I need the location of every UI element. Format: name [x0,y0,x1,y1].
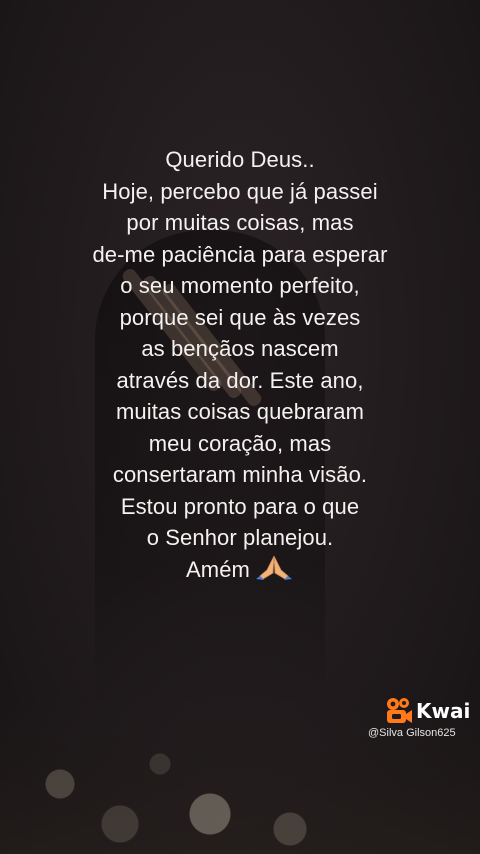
kwai-watermark: Kwai @Silva Gilson625 [368,696,476,744]
text-line-amen: Amém [0,554,480,586]
creator-handle: @Silva Gilson625 [368,727,456,739]
text-line: o seu momento perfeito, [120,273,360,298]
text-line: por muitas coisas, mas [126,210,354,235]
video-frame: Querido Deus.. Hoje, percebo que já pass… [0,0,480,854]
text-line: o Senhor planejou. [146,525,334,550]
text-line: Estou pronto para o que [120,493,360,519]
praying-hands-icon [255,555,292,580]
text-line: muitas coisas quebraram [115,399,365,424]
kwai-brand-text: Kwai [416,699,471,723]
kwai-logo-icon [387,698,412,723]
text-line: através da dor. Este ano, [116,367,364,393]
text-line: de-me paciência para esperar [92,241,388,267]
prayer-text: Querido Deus.. Hoje, percebo que já pass… [0,144,480,585]
text-line: as bençãos nascem [141,336,339,361]
text-line: porque sei que às vezes [119,304,361,330]
text-line: Hoje, percebo que já passei [102,178,378,204]
amen-text: Amém [186,556,250,582]
text-line: consertaram minha visão. [112,462,368,487]
text-line: meu coração, mas [148,430,332,456]
text-line: Querido Deus.. [165,147,315,172]
